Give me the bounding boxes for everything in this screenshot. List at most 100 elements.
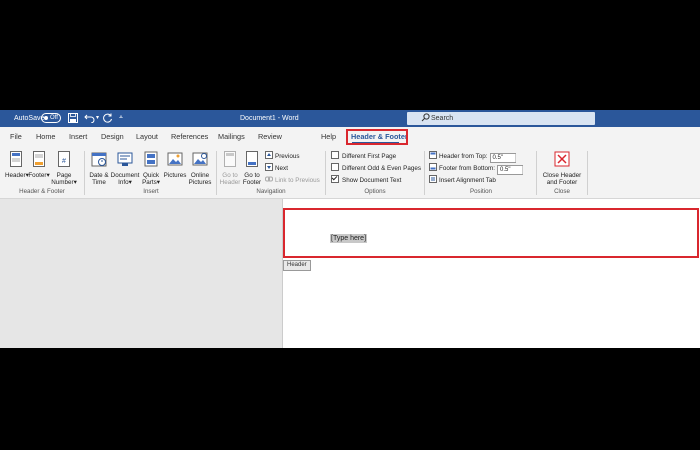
header-from-top-label: Header from Top: [439,153,488,160]
insert-alignment-tab-button[interactable]: Insert Alignment Tab [429,175,496,186]
tab-home[interactable]: Home [36,132,55,142]
group-label-insert: Insert [143,188,159,195]
document-info-icon [110,151,140,170]
link-to-previous-label: Link to Previous [275,177,320,184]
search-box[interactable]: Search [407,112,595,125]
redo-icon[interactable] [103,113,113,126]
group-separator [325,151,326,195]
close-label-1: Close Header [542,171,582,179]
go-to-header-button[interactable]: Go to Header [219,151,241,187]
page-number-icon: # [50,151,78,170]
tab-design[interactable]: Design [101,132,124,142]
quick-parts-button[interactable]: Quick Parts▾ [140,151,162,187]
header-tag: Header [283,260,311,271]
online-pictures-icon [187,151,213,170]
quick-parts-label-2: Parts [142,179,157,186]
header-label: Header [5,171,26,179]
footer-icon [28,151,50,170]
header-placeholder-text[interactable]: [Type here] [330,234,368,243]
document-info-dropdown-icon: ▾ [128,179,132,186]
autosave-state: Off [50,115,58,121]
checkbox-checked [331,175,339,183]
header-region-highlight[interactable] [283,208,699,258]
checkbox-unchecked [331,151,339,159]
footer-from-bottom-control[interactable]: Footer from Bottom: 0.5" [429,163,523,175]
tab-review[interactable]: Review [258,132,282,142]
customize-toolbar-icon[interactable]: ⩡ [119,113,123,122]
group-separator [536,151,537,195]
close-icon [540,151,584,170]
tab-insert[interactable]: Insert [69,132,87,142]
tab-layout[interactable]: Layout [136,132,158,142]
group-separator [587,151,588,195]
previous-icon [265,151,273,162]
different-first-page-checkbox[interactable]: Different First Page [331,151,396,161]
page-number-label-2: Number [51,179,74,186]
close-label-2: and Footer [546,179,578,186]
previous-button[interactable]: Previous [265,151,300,162]
next-icon [265,163,273,174]
header-from-top-input[interactable]: 0.5" [489,153,516,163]
page-number-dropdown-icon: ▾ [73,179,77,186]
link-to-previous-button[interactable]: Link to Previous [265,175,320,186]
word-window: AutoSave Off ▾ ⩡ Document1 - Word Search… [0,110,700,348]
quick-parts-dropdown-icon: ▾ [156,179,160,186]
undo-dropdown-icon[interactable]: ▾ [96,114,99,123]
footer-from-bottom-label: Footer from Bottom: [439,165,495,172]
pictures-icon [162,151,188,170]
autosave-label: AutoSave [14,115,45,122]
search-icon [421,113,431,123]
different-odd-even-label: Different Odd & Even Pages [342,165,421,172]
online-pictures-label-2: Pictures [188,179,212,186]
autosave-toggle[interactable]: Off [41,113,61,123]
header-from-top-control[interactable]: Header from Top: 0.5" [429,151,516,163]
footer-from-bottom-input[interactable]: 0.5" [497,165,523,175]
online-pictures-button[interactable]: Online Pictures [187,151,213,187]
go-to-footer-label-2: Footer [242,179,262,186]
page-number-button[interactable]: # Page Number▾ [50,151,78,187]
document-info-label-2: Info [118,179,129,186]
ribbon: Header▾ Footer▾ # Page Number▾ Header & … [0,147,700,199]
tab-references[interactable]: References [171,132,208,142]
date-time-label-2: Time [92,179,106,186]
tab-help[interactable]: Help [321,132,336,142]
go-to-footer-label-1: Go to [244,171,260,179]
insert-alignment-tab-label: Insert Alignment Tab [439,177,496,184]
svg-text:#: # [62,158,66,165]
next-label: Next [275,165,288,172]
different-odd-even-checkbox[interactable]: Different Odd & Even Pages [331,163,421,173]
group-label-position: Position [469,188,492,195]
save-icon[interactable] [68,113,78,126]
go-to-header-icon [219,151,241,170]
date-time-button[interactable]: Date & Time [88,151,110,187]
document-info-button[interactable]: Document Info▾ [110,151,140,187]
footer-label: Footer [28,171,47,179]
ribbon-tabs: File Home Insert Design Layout Reference… [0,127,700,147]
pictures-button[interactable]: Pictures [162,151,188,179]
link-icon [265,175,273,186]
show-document-text-checkbox[interactable]: Show Document Text [331,175,401,185]
document-title: Document1 - Word [240,115,299,122]
close-header-footer-button[interactable]: Close Header and Footer [540,151,584,187]
group-separator [424,151,425,195]
checkbox-unchecked [331,163,339,171]
group-label-options: Options [364,188,386,195]
search-placeholder: Search [431,115,454,122]
tab-highlight-box [346,129,408,145]
next-button[interactable]: Next [265,163,288,174]
header-button[interactable]: Header▾ [5,151,29,179]
tab-file[interactable]: File [10,132,22,142]
show-document-text-label: Show Document Text [342,177,402,184]
undo-icon[interactable] [84,113,96,126]
page-number-label-1: Page [56,171,72,179]
group-separator [84,151,85,195]
calendar-icon [88,151,110,170]
previous-label: Previous [275,153,300,160]
tab-mailings[interactable]: Mailings [218,132,245,142]
online-pictures-label-1: Online [190,171,210,179]
go-to-footer-button[interactable]: Go to Footer [241,151,263,187]
header-position-icon [429,151,437,162]
footer-button[interactable]: Footer▾ [28,151,50,179]
footer-position-icon [429,163,437,174]
document-info-label-1: Document [110,171,140,179]
